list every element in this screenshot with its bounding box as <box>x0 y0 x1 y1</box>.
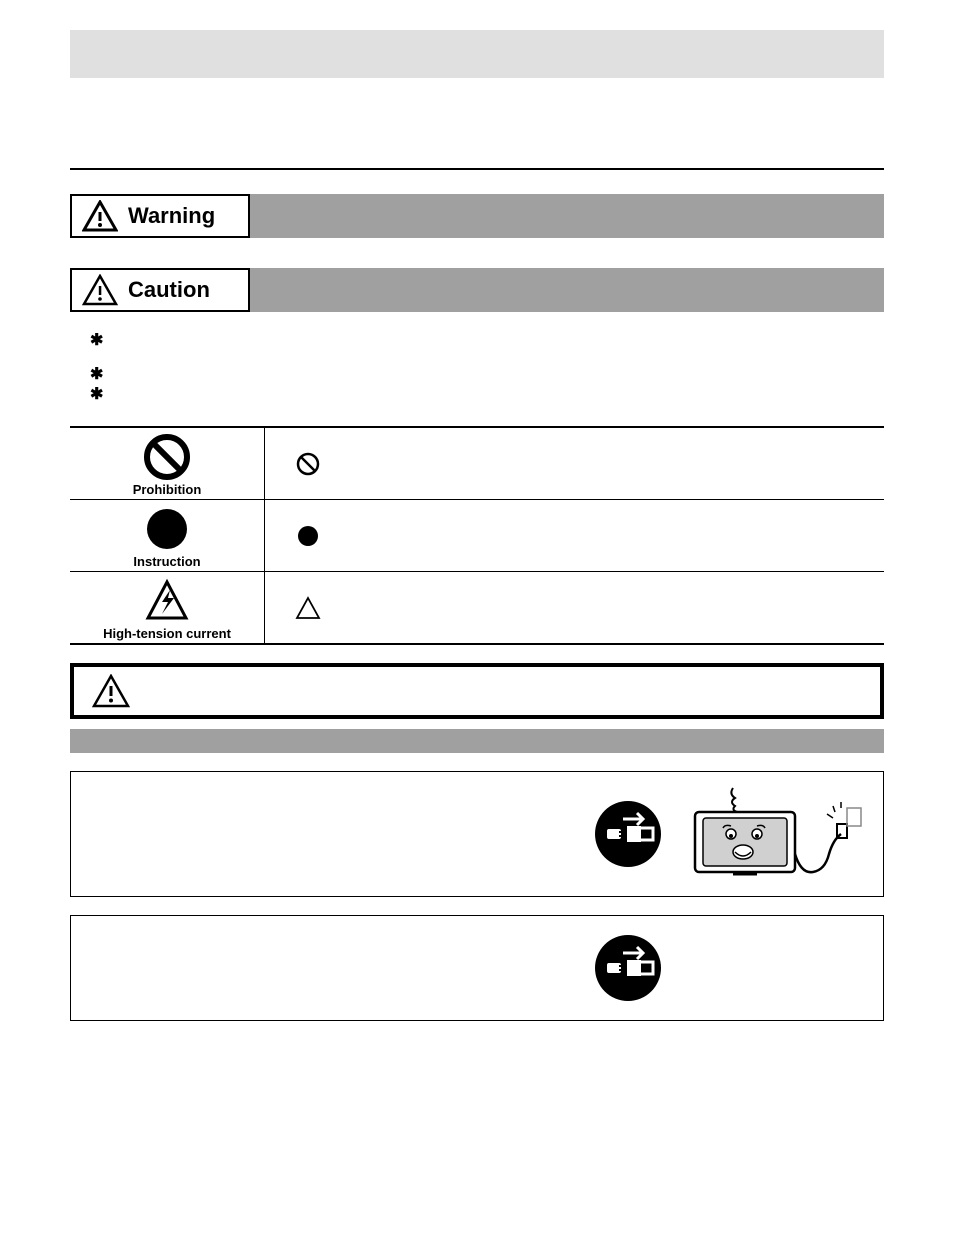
high-tension-caption: High-tension current <box>103 626 231 641</box>
table-cell-high-tension: High-tension current <box>70 572 265 643</box>
symbol-table: Prohibition Instruction <box>70 426 884 645</box>
instruction-icon <box>144 506 190 552</box>
table-desc-instruction <box>265 500 884 571</box>
unplug-icon <box>593 799 663 869</box>
warning-label-box: Warning <box>70 194 250 238</box>
content-box-2 <box>70 915 884 1021</box>
table-cell-prohibition: Prohibition <box>70 428 265 499</box>
caution-label-text: Caution <box>128 277 210 303</box>
caution-label-box: Caution <box>70 268 250 312</box>
instruction-small-icon <box>295 523 321 549</box>
bullet-item: ✱ <box>90 386 884 404</box>
content-box-1 <box>70 771 884 897</box>
caution-label-row: Caution <box>70 268 884 312</box>
asterisk-icon: ✱ <box>90 386 103 404</box>
section-gray-bar <box>70 729 884 753</box>
tv-smoking-illustration <box>683 784 863 884</box>
unplug-icon <box>593 933 663 1003</box>
warning-triangle-icon <box>82 200 118 232</box>
prohibition-small-icon <box>295 451 321 477</box>
warning-gray-bar <box>250 194 884 238</box>
table-desc-prohibition <box>265 428 884 499</box>
caution-gray-bar <box>250 268 884 312</box>
warning-callout-box <box>70 663 884 719</box>
high-tension-icon <box>144 578 190 624</box>
header-bar <box>70 30 884 78</box>
triangle-small-icon <box>295 595 321 621</box>
asterisk-icon: ✱ <box>90 366 103 384</box>
table-desc-high-tension <box>265 572 884 643</box>
bullet-list: ✱ ✱ ✱ <box>70 322 884 426</box>
caution-triangle-icon <box>82 274 118 306</box>
warning-callout-icon <box>92 674 130 708</box>
content-text-area-1 <box>91 794 573 874</box>
asterisk-icon: ✱ <box>90 332 103 350</box>
divider-line <box>70 168 884 170</box>
warning-label-row: Warning <box>70 194 884 238</box>
bullet-item: ✱ <box>90 332 884 350</box>
instruction-caption: Instruction <box>133 554 200 569</box>
bullet-item: ✱ <box>90 366 884 384</box>
content-text-area-2 <box>91 928 573 1008</box>
prohibition-icon <box>144 434 190 480</box>
prohibition-caption: Prohibition <box>133 482 202 497</box>
table-cell-instruction: Instruction <box>70 500 265 571</box>
warning-label-text: Warning <box>128 203 215 229</box>
